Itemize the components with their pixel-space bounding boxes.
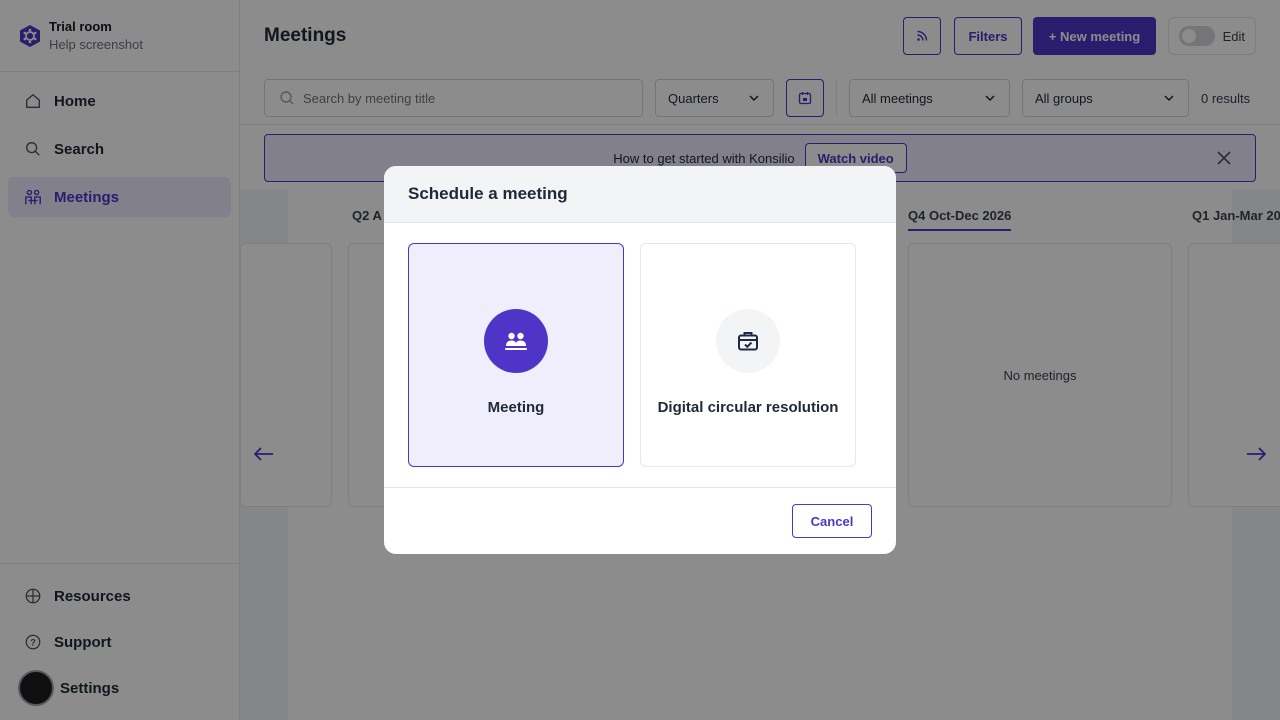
option-icon-wrap	[484, 308, 548, 373]
meeting-type-options: Meeting Digital circular resolution	[384, 223, 896, 488]
dialog-footer: Cancel	[384, 488, 896, 554]
option-label: Meeting	[487, 398, 545, 416]
briefcase-check-icon	[738, 331, 758, 350]
people-icon	[505, 332, 527, 350]
option-icon-wrap	[716, 308, 780, 373]
dialog-title: Schedule a meeting	[384, 166, 896, 223]
option-digital-circular-resolution[interactable]: Digital circular resolution	[640, 243, 856, 467]
cancel-button[interactable]: Cancel	[792, 504, 872, 538]
schedule-meeting-dialog: Schedule a meeting Meeting Digital circu…	[384, 166, 896, 554]
option-meeting[interactable]: Meeting	[408, 243, 624, 467]
option-label: Digital circular resolution	[657, 398, 839, 416]
